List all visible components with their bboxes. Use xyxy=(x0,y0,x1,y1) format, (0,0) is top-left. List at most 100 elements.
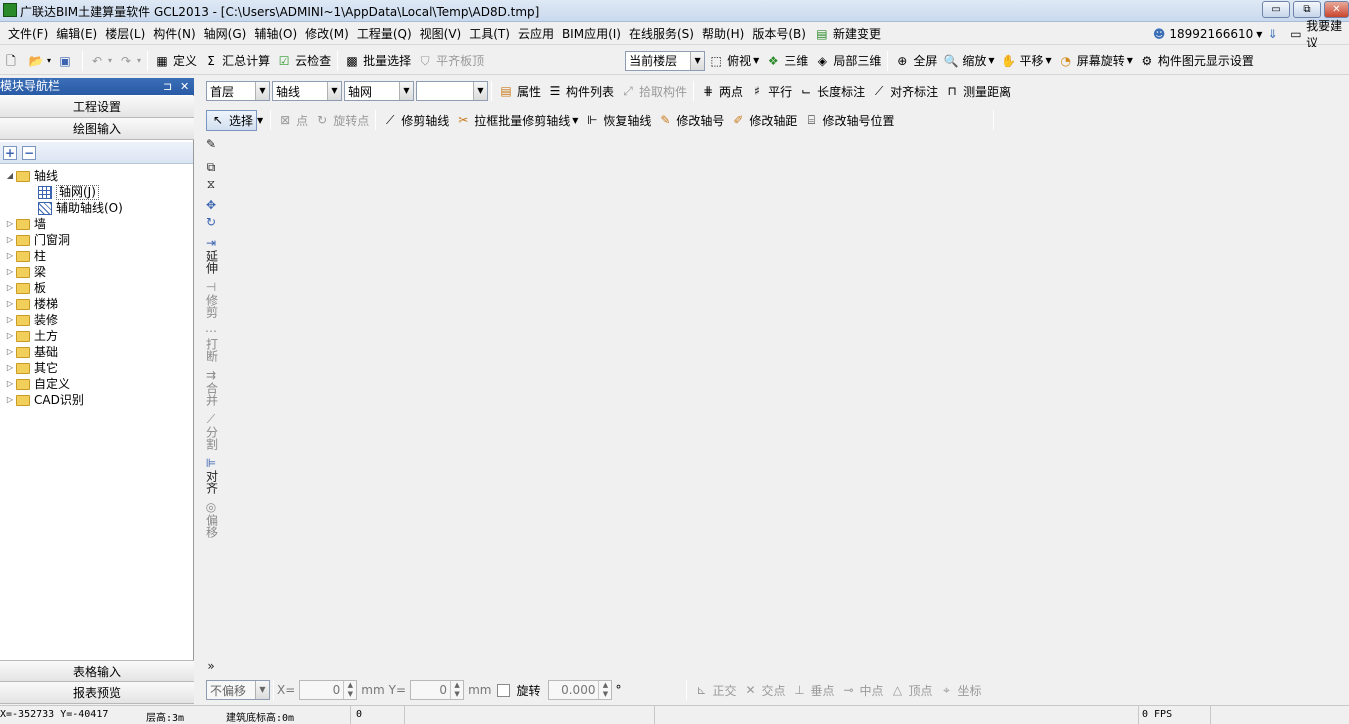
menu-version[interactable]: 版本号(B) xyxy=(752,23,806,45)
topview-button[interactable]: ⬚ 俯视 ▼ xyxy=(705,49,762,73)
rotate-tool[interactable]: ↻ xyxy=(199,216,223,229)
mirror-tool[interactable]: ⧖ xyxy=(199,178,223,191)
move-tool[interactable]: ✥ xyxy=(199,199,223,212)
spinner-icon[interactable]: ▲ ▼ xyxy=(598,681,611,699)
menu-floor[interactable]: 楼层(L) xyxy=(105,23,145,45)
edit-axis-number-button[interactable]: ✎ 修改轴号 xyxy=(654,108,727,132)
menu-file[interactable]: 文件(F) xyxy=(8,23,48,45)
collapse-arrow-icon[interactable]: ◢ xyxy=(6,168,14,184)
spinner-icon[interactable]: ▲ ▼ xyxy=(450,681,463,699)
rotate-checkbox[interactable] xyxy=(497,683,511,697)
drawing-canvas[interactable] xyxy=(200,135,1349,677)
rotatepoint-button[interactable]: ↻ 旋转点 xyxy=(311,108,372,132)
menu-auxaxis[interactable]: 辅轴(O) xyxy=(254,23,297,45)
menu-quantity[interactable]: 工程量(Q) xyxy=(357,23,412,45)
edit-axis-distance-button[interactable]: ✐ 修改轴距 xyxy=(727,108,800,132)
perp-snap[interactable]: ⊥ 垂点 xyxy=(789,678,838,702)
menu-online[interactable]: 在线服务(S) xyxy=(629,23,694,45)
tree-item-beam[interactable]: ▷ 梁 xyxy=(0,264,192,280)
expand-arrow-icon[interactable]: ▷ xyxy=(6,312,14,328)
close-button[interactable]: ✕ xyxy=(1324,1,1349,18)
batchselect-button[interactable]: ▩ 批量选择 xyxy=(341,49,414,73)
component-select[interactable]: 轴网 ▼ xyxy=(344,81,414,101)
point-button[interactable]: ⊠ 点 xyxy=(274,108,311,132)
split-tool[interactable]: ⟋ 分割 xyxy=(199,413,223,453)
expand-arrow-icon[interactable]: ▷ xyxy=(6,248,14,264)
sum-button[interactable]: Σ 汇总计算 xyxy=(200,49,273,73)
expand-arrow-icon[interactable]: ▷ xyxy=(6,216,14,232)
select-button[interactable]: ↖ 选择 xyxy=(206,109,258,131)
tree-item-column[interactable]: ▷ 柱 xyxy=(0,248,192,264)
tree-item-slab[interactable]: ▷ 板 xyxy=(0,280,192,296)
spinner-icon[interactable]: ▲ ▼ xyxy=(343,681,356,699)
twopoint-button[interactable]: ⋕ 两点 xyxy=(697,79,746,103)
display-settings-button[interactable]: ⚙ 构件图元显示设置 xyxy=(1136,49,1257,73)
tree-item-finish[interactable]: ▷ 装修 xyxy=(0,312,192,328)
collapse-all-icon[interactable]: − xyxy=(22,145,36,160)
merge-tool[interactable]: ⇉ 合并 xyxy=(199,369,223,409)
maximize-button[interactable]: ⧉ xyxy=(1293,1,1321,18)
open-file-button[interactable]: 📂 ▾ xyxy=(25,49,54,73)
brush-tool[interactable]: ✎ xyxy=(199,138,223,151)
menu-view[interactable]: 视图(V) xyxy=(420,23,462,45)
table-input-tab[interactable]: 表格输入 xyxy=(0,660,194,682)
vertex-snap[interactable]: △ 顶点 xyxy=(887,678,936,702)
offset-select[interactable]: 不偏移 ▼ xyxy=(206,680,270,700)
expand-arrow-icon[interactable]: ▷ xyxy=(6,376,14,392)
length-dim-button[interactable]: ⌙ 长度标注 xyxy=(795,79,868,103)
menu-axisgrid[interactable]: 轴网(G) xyxy=(204,23,247,45)
tree-item-custom[interactable]: ▷ 自定义 xyxy=(0,376,192,392)
rotate-input[interactable]: 0.000 ▲ ▼ xyxy=(548,680,613,700)
floor-combo[interactable]: 当前楼层 ▼ xyxy=(625,50,706,71)
pin-icon[interactable]: ⊐ xyxy=(163,78,172,95)
more-tools-button[interactable]: » xyxy=(199,660,223,673)
chevron-down-icon[interactable]: ▼ xyxy=(257,116,263,125)
break-tool[interactable]: ⋯ 打断 xyxy=(199,325,223,365)
tree-item-cad[interactable]: ▷ CAD识别 xyxy=(0,392,192,408)
tree-item-wall[interactable]: ▷ 墙 xyxy=(0,216,192,232)
expand-arrow-icon[interactable]: ▷ xyxy=(6,360,14,376)
offset-tool[interactable]: ◎ 偏移 xyxy=(199,501,223,541)
define-button[interactable]: ▦ 定义 xyxy=(151,49,200,73)
tree-item-foundation[interactable]: ▷ 基础 xyxy=(0,344,192,360)
drawing-input-tab[interactable]: 绘图输入 xyxy=(0,118,194,140)
tree-item-earthwork[interactable]: ▷ 土方 xyxy=(0,328,192,344)
minimize-button[interactable]: ▭ xyxy=(1262,1,1290,18)
expand-arrow-icon[interactable]: ▷ xyxy=(6,280,14,296)
project-settings-tab[interactable]: 工程设置 xyxy=(0,96,194,118)
type-select[interactable]: 轴线 ▼ xyxy=(272,81,342,101)
redo-button[interactable]: ↷ ▾ xyxy=(115,49,144,73)
pan-button[interactable]: ✋ 平移 ▼ xyxy=(998,49,1055,73)
component-list-button[interactable]: ☰ 构件列表 xyxy=(544,79,617,103)
expand-arrow-icon[interactable]: ▷ xyxy=(6,392,14,408)
menu-edit[interactable]: 编辑(E) xyxy=(56,23,97,45)
rotate-button[interactable]: ◔ 屏幕旋转 ▼ xyxy=(1055,49,1136,73)
measure-button[interactable]: ⊓ 测量距离 xyxy=(941,79,1014,103)
tree-item-auxaxis[interactable]: 辅助轴线(O) xyxy=(0,200,192,216)
parallel-button[interactable]: ♯ 平行 xyxy=(746,79,795,103)
menu-help[interactable]: 帮助(H) xyxy=(702,23,744,45)
properties-button[interactable]: ▤ 属性 xyxy=(495,79,544,103)
copy-tool[interactable]: ⧉ xyxy=(199,161,223,174)
menu-tools[interactable]: 工具(T) xyxy=(469,23,510,45)
account-area[interactable]: ☻ 18992166610 ▼ ⇓ ▭ 我要建议 xyxy=(1152,19,1349,50)
align-dim-button[interactable]: ⟋ 对齐标注 xyxy=(868,79,941,103)
restore-axis-button[interactable]: ⊩ 恢复轴线 xyxy=(581,108,654,132)
tree-item-stairs[interactable]: ▷ 楼梯 xyxy=(0,296,192,312)
tree-item-axis[interactable]: ◢ 轴线 xyxy=(0,168,192,184)
tree-item-other[interactable]: ▷ 其它 xyxy=(0,360,192,376)
threed-button[interactable]: ❖ 三维 xyxy=(762,49,811,73)
ortho-snap[interactable]: ⊾ 正交 xyxy=(690,678,739,702)
coord-snap[interactable]: ⌖ 坐标 xyxy=(936,678,985,702)
menu-component[interactable]: 构件(N) xyxy=(153,23,195,45)
flatslab-button[interactable]: ⛉ 平齐板顶 xyxy=(414,49,487,73)
fullscreen-button[interactable]: ⊕ 全屏 xyxy=(891,49,940,73)
floor-select[interactable]: 首层 ▼ xyxy=(206,81,270,101)
save-button[interactable]: ▣ xyxy=(54,49,79,73)
expand-arrow-icon[interactable]: ▷ xyxy=(6,344,14,360)
trim-axis-button[interactable]: ⟋ 修剪轴线 xyxy=(379,108,452,132)
report-preview-tab[interactable]: 报表预览 xyxy=(0,682,194,704)
expand-arrow-icon[interactable]: ▷ xyxy=(6,232,14,248)
close-icon[interactable]: ✕ xyxy=(180,78,189,95)
expand-all-icon[interactable]: + xyxy=(3,145,17,160)
